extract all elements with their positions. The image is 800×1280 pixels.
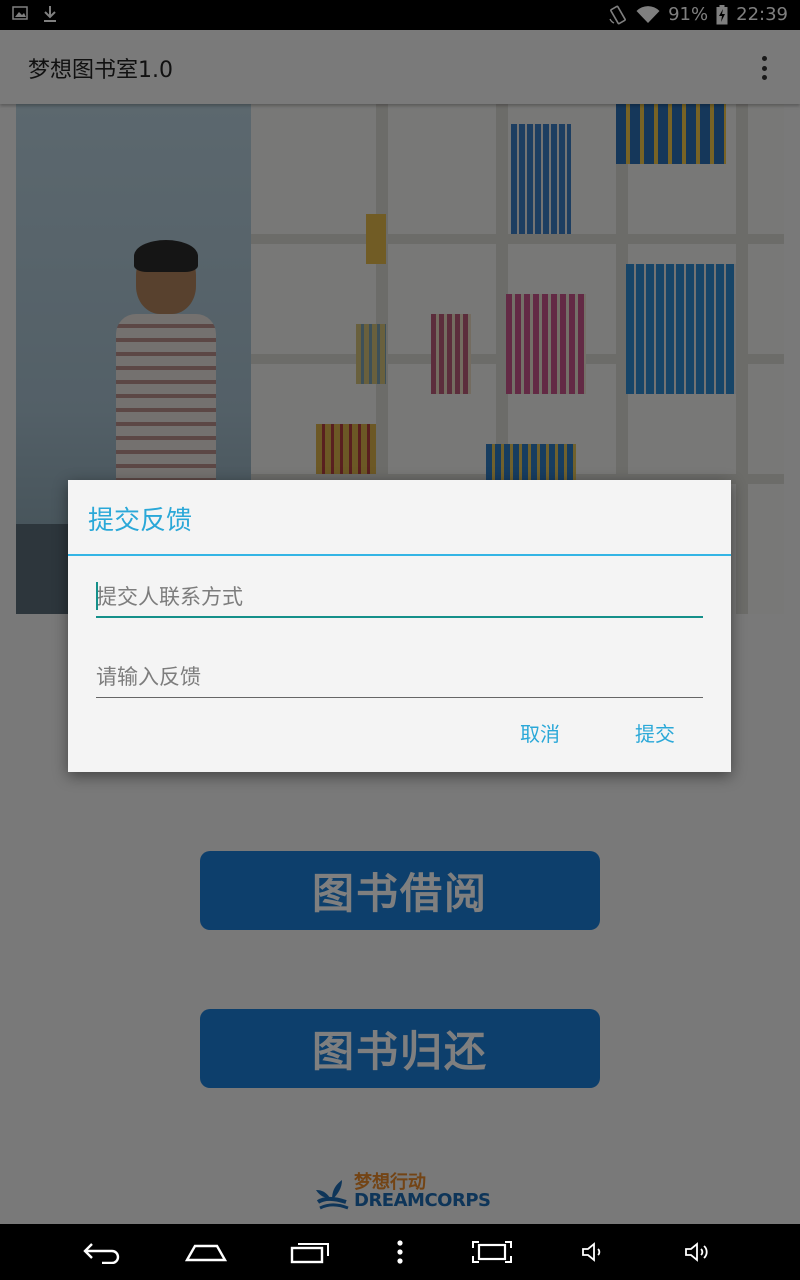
home-icon[interactable] xyxy=(184,1236,228,1268)
menu-dots-icon[interactable] xyxy=(378,1236,422,1268)
contact-input[interactable] xyxy=(96,578,703,616)
volume-up-icon[interactable] xyxy=(676,1236,720,1268)
feedback-field xyxy=(96,658,703,698)
cancel-button[interactable]: 取消 xyxy=(520,718,560,747)
back-icon[interactable] xyxy=(80,1236,124,1268)
dialog-title: 提交反馈 xyxy=(88,506,193,536)
feedback-dialog: 提交反馈 取消 提交 xyxy=(68,480,731,772)
submit-button[interactable]: 提交 xyxy=(635,718,675,747)
screenshot-icon[interactable] xyxy=(470,1236,514,1268)
volume-down-icon[interactable] xyxy=(572,1236,616,1268)
feedback-input[interactable] xyxy=(96,658,703,696)
contact-field xyxy=(96,578,703,618)
navigation-bar xyxy=(0,1224,800,1280)
dialog-divider xyxy=(68,554,731,556)
text-caret xyxy=(96,582,98,610)
recent-apps-icon[interactable] xyxy=(288,1236,332,1268)
